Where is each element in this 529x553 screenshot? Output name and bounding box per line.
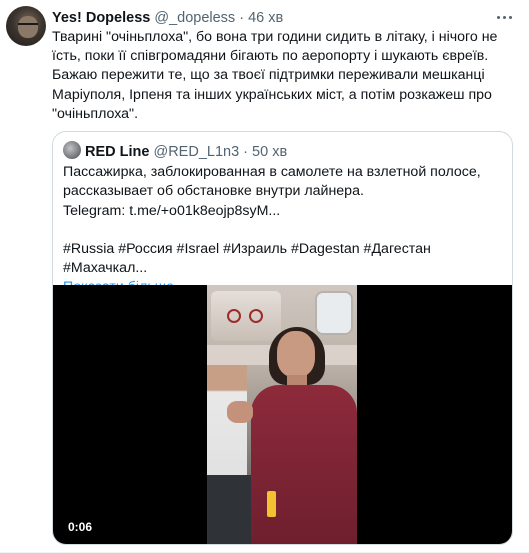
video-frame (207, 285, 357, 544)
cabin-seat (207, 475, 253, 544)
sweater (251, 385, 357, 544)
tweet-header: Yes! Dopeless @_dopeless · 46 хв (52, 9, 283, 27)
quote-text: Пассажирка, заблокированная в самолете н… (63, 163, 508, 298)
more-horizontal-icon[interactable] (495, 8, 515, 26)
separator-dot: · (239, 10, 245, 26)
cabin-window (315, 291, 353, 335)
quote-time[interactable]: 50 хв (252, 144, 287, 160)
author-handle[interactable]: @_dopeless (154, 10, 235, 26)
tweet-text: Тварині "очіньплоха", бо вона три години… (52, 28, 518, 124)
tweet-paragraph: Бажаю пережити те, що за твоєї підтримки… (52, 67, 492, 122)
video-timestamp: 0:06 (65, 519, 96, 535)
tweet[interactable]: Yes! Dopeless @_dopeless · 46 хв Тварині… (0, 0, 529, 553)
tweet-paragraph: Тварині "очіньплоха", бо вона три години… (52, 29, 498, 65)
quote-author-handle[interactable]: @RED_L1n3 (153, 144, 239, 160)
quoted-tweet[interactable]: RED Line @RED_L1n3 · 50 хв Пассажирка, з… (52, 131, 513, 545)
hand (227, 401, 253, 423)
hashtags[interactable]: #Russia #Россия #Israel #Израиль #Dagest… (63, 240, 508, 279)
quote-header: RED Line @RED_L1n3 · 50 хв (63, 141, 287, 161)
avatar[interactable] (6, 6, 46, 46)
author-name[interactable]: Yes! Dopeless (52, 10, 150, 26)
avatar-glasses (18, 23, 38, 29)
phone (267, 491, 276, 517)
video-player[interactable]: 0:06 (53, 285, 512, 544)
no-smoking-icon (227, 309, 241, 323)
quote-avatar[interactable] (63, 141, 81, 159)
seatbelt-icon (249, 309, 263, 323)
quote-author-name[interactable]: RED Line (85, 144, 149, 160)
tweet-time[interactable]: 46 хв (248, 10, 283, 26)
quote-line: Пассажирка, заблокированная в самолете н… (63, 164, 481, 180)
quote-line[interactable]: Telegram: t.me/+o01k8eojp8syM... (63, 202, 508, 221)
quote-separator-dot: · (243, 144, 249, 160)
head (277, 331, 315, 377)
quote-line: рассказывает об обстановке внутри лайнер… (63, 183, 364, 200)
